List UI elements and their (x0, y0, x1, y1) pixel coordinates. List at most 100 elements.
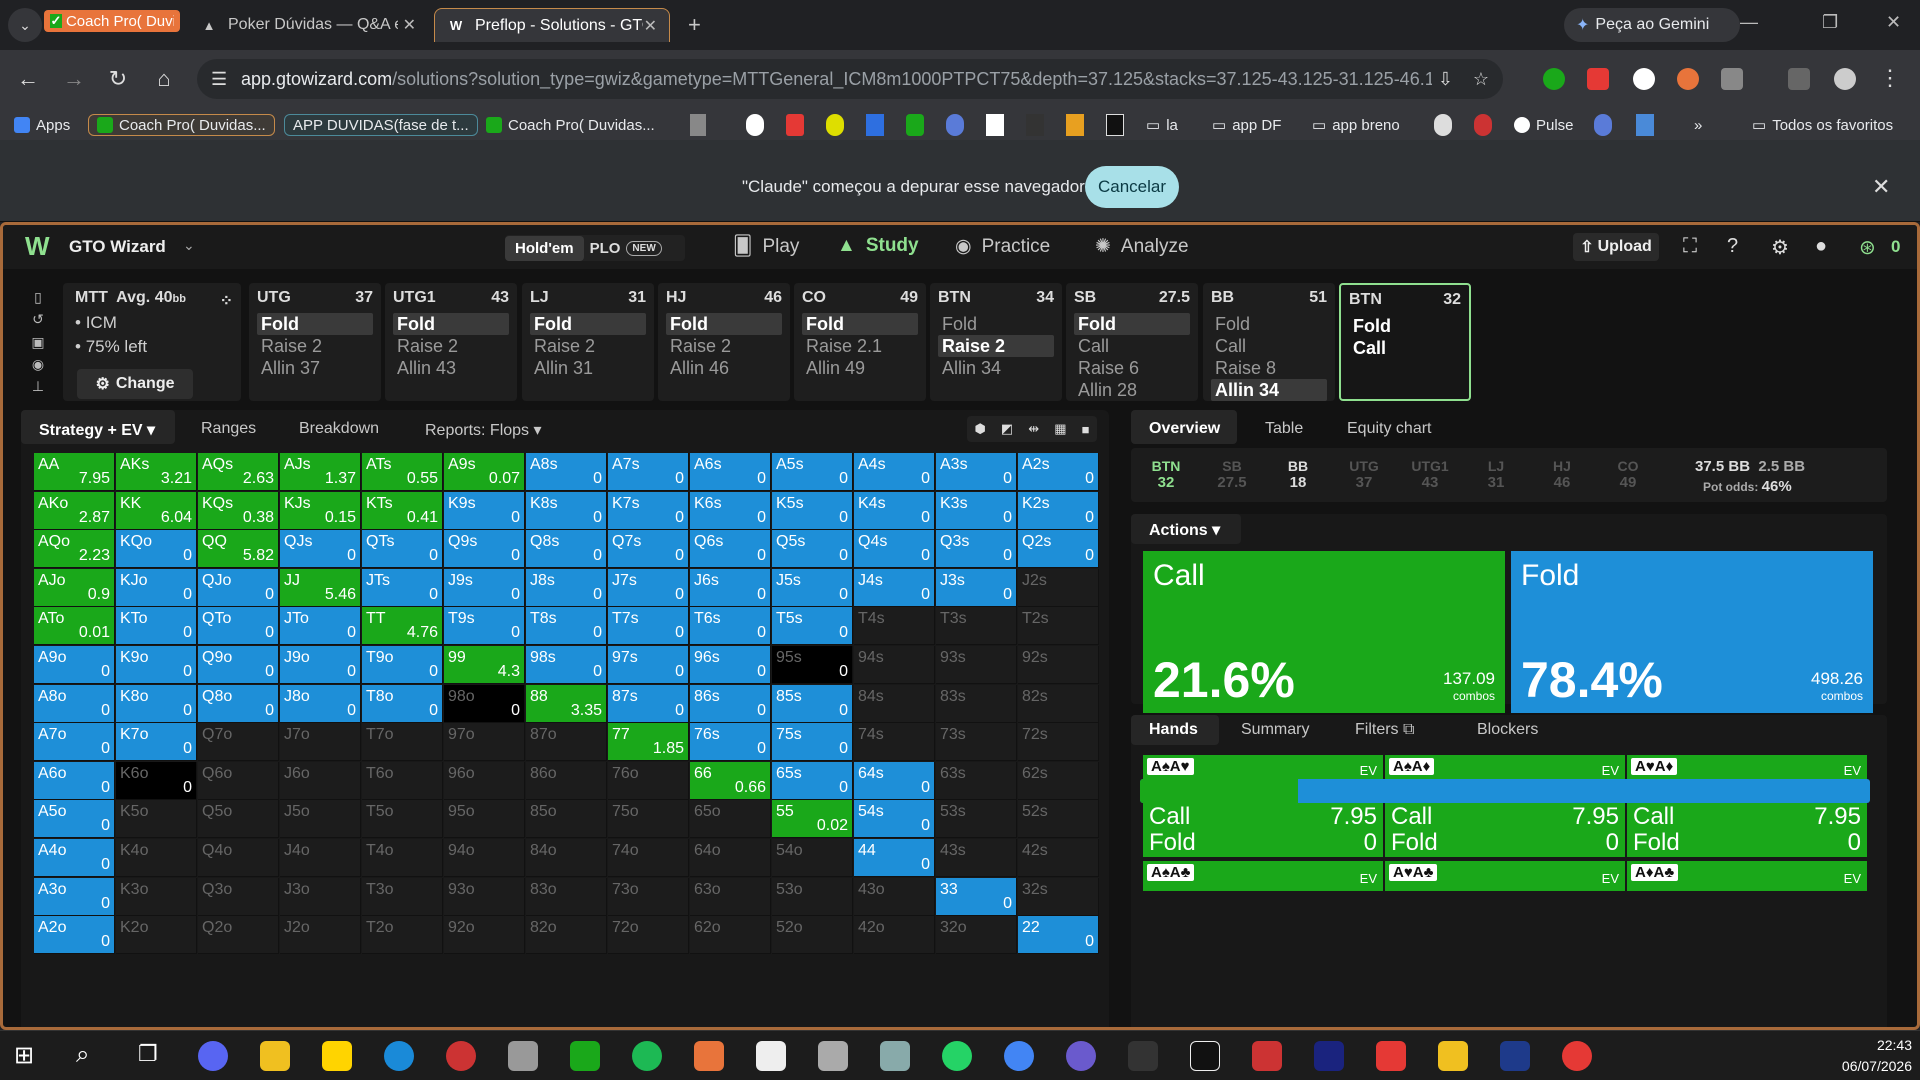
forward-icon[interactable]: → (60, 65, 88, 93)
seat-action[interactable]: Fold (802, 313, 918, 335)
position-hj[interactable]: HJ 46 (1539, 458, 1585, 491)
hand-cell-87o[interactable]: 87o (526, 723, 607, 762)
hand-cell-kqo[interactable]: KQo 0 (116, 530, 197, 569)
hand-cell-t2o[interactable]: T2o (362, 916, 443, 955)
app-icon[interactable] (818, 1041, 848, 1071)
seat-action[interactable]: Raise 8 (1211, 357, 1327, 379)
hand-cell-a7o[interactable]: A7o 0 (34, 723, 115, 762)
tab-strategy-ev[interactable]: Strategy + EV ▾ (21, 410, 175, 444)
hand-cell-qq[interactable]: QQ 5.82 (198, 530, 279, 569)
seat-action[interactable]: Raise 2 (666, 335, 782, 357)
hand-cell-j4s[interactable]: J4s 0 (854, 568, 935, 607)
hand-cell-ajo[interactable]: AJo 0.9 (34, 568, 115, 607)
hand-cell-a9s[interactable]: A9s 0.07 (444, 453, 525, 491)
seat-action[interactable]: Allin 28 (1074, 379, 1190, 401)
hand-cell-a6o[interactable]: A6o 0 (34, 761, 115, 800)
hand-cell-q7o[interactable]: Q7o (198, 723, 279, 762)
hand-cell-j9o[interactable]: J9o 0 (280, 646, 361, 684)
hand-cell-82s[interactable]: 82s (1018, 684, 1099, 723)
hand-cell-a4s[interactable]: A4s 0 (854, 453, 935, 491)
hand-cell-43o[interactable]: 43o (854, 877, 935, 916)
tab-search-button[interactable]: ⌄ (8, 8, 42, 42)
hand-cell-k5s[interactable]: K5s 0 (772, 491, 853, 530)
bookmark-flag-icon[interactable] (1026, 114, 1044, 136)
hand-cell-95o[interactable]: 95o (444, 800, 525, 839)
hand-cell-98s[interactable]: 98s 0 (526, 646, 607, 684)
hand-cell-65s[interactable]: 65s 0 (772, 761, 853, 800)
gamepad-icon[interactable]: ◉ (32, 356, 44, 373)
hand-cell-q6s[interactable]: Q6s 0 (690, 530, 771, 569)
hand-cell-53o[interactable]: 53o (772, 877, 853, 916)
youtube-ext-icon[interactable] (1587, 68, 1609, 90)
tab-poker-duvidas[interactable]: ▲ Poker Dúvidas — Q&A entre co ✕ (188, 8, 428, 42)
hand-cell-t6o[interactable]: T6o (362, 761, 443, 800)
hand-cell-qts[interactable]: QTs 0 (362, 530, 443, 569)
seat-action[interactable]: Call (1074, 335, 1190, 357)
hand-cell-q2o[interactable]: Q2o (198, 916, 279, 955)
address-bar[interactable]: ☰ app.gtowizard.com/solutions?solution_t… (197, 59, 1503, 99)
hand-cell-88[interactable]: 88 3.35 (526, 684, 607, 723)
hand-cell-a5o[interactable]: A5o 0 (34, 800, 115, 839)
settings-gear-icon[interactable]: ⚙ (1771, 235, 1789, 260)
task-view-icon[interactable]: ❐ (138, 1041, 168, 1071)
hand-cell-t4s[interactable]: T4s (854, 607, 935, 646)
red-app-icon[interactable] (446, 1041, 476, 1071)
hand-cell-t4o[interactable]: T4o (362, 839, 443, 877)
star-icon[interactable]: ☆ (1473, 69, 1489, 90)
gg-app-icon[interactable] (1190, 1041, 1220, 1071)
hand-cell-52s[interactable]: 52s (1018, 800, 1099, 839)
bookmark-folder-app-breno[interactable]: ▭ app breno (1312, 114, 1400, 136)
hand-cell-k2o[interactable]: K2o (116, 916, 197, 955)
hand-cell-jts[interactable]: JTs 0 (362, 568, 443, 607)
hand-cell-q4o[interactable]: Q4o (198, 839, 279, 877)
bookmark-frame-icon[interactable] (1636, 114, 1654, 136)
hand-cell-66[interactable]: 66 0.66 (690, 761, 771, 800)
upload-button[interactable]: ⇧ Upload (1573, 233, 1659, 261)
bookmark-x-icon[interactable] (1106, 114, 1124, 136)
hand-cell-97s[interactable]: 97s 0 (608, 646, 689, 684)
hand-cell-84o[interactable]: 84o (526, 839, 607, 877)
hand-cell-t7s[interactable]: T7s 0 (608, 607, 689, 646)
h-app-icon[interactable] (1128, 1041, 1158, 1071)
hand-cell-j3o[interactable]: J3o (280, 877, 361, 916)
seat-action[interactable]: Fold (1349, 315, 1461, 337)
account-icon[interactable]: ● (1815, 235, 1827, 258)
seat-action[interactable]: Fold (666, 313, 782, 335)
hand-cell-kjs[interactable]: KJs 0.15 (280, 491, 361, 530)
hand-cell-75s[interactable]: 75s 0 (772, 723, 853, 762)
bookmark-coach-pro-2[interactable]: Coach Pro( Duvidas... (486, 114, 655, 136)
hand-cell-t6s[interactable]: T6s 0 (690, 607, 771, 646)
hand-cell-63s[interactable]: 63s (936, 761, 1017, 800)
seat-action[interactable]: Allin 46 (666, 357, 782, 379)
hand-cell-kts[interactable]: KTs 0.41 (362, 491, 443, 530)
hand-cell-73o[interactable]: 73o (608, 877, 689, 916)
hand-cell-j2s[interactable]: J2s (1018, 568, 1099, 607)
seat-action[interactable]: Raise 2.1 (802, 335, 918, 357)
hand-cell-ajs[interactable]: AJs 1.37 (280, 453, 361, 491)
seat-card-btn[interactable]: BTN 32 Fold Call (1339, 283, 1471, 401)
position-co[interactable]: CO 49 (1605, 458, 1651, 491)
bookmark-green-icon[interactable] (906, 114, 924, 136)
hand-cell-74s[interactable]: 74s (854, 723, 935, 762)
bookmark-check-icon[interactable] (1594, 114, 1612, 136)
bookmark-red-icon[interactable] (1474, 114, 1492, 136)
hand-cell-52o[interactable]: 52o (772, 916, 853, 955)
hand-cell-j7o[interactable]: J7o (280, 723, 361, 762)
hand-cell-q8o[interactable]: Q8o 0 (198, 684, 279, 723)
hand-cell-82o[interactable]: 82o (526, 916, 607, 955)
hand-cell-j5o[interactable]: J5o (280, 800, 361, 839)
game-type-toggle[interactable]: Hold'em PLO NEW (505, 235, 685, 261)
tab-reports-flops[interactable]: Reports: Flops ▾ (425, 420, 542, 440)
pokerstars-icon[interactable] (1252, 1041, 1282, 1071)
hand-cell-ako[interactable]: AKo 2.87 (34, 491, 115, 530)
hand-cell-k9o[interactable]: K9o 0 (116, 646, 197, 684)
hand-cell-j6o[interactable]: J6o (280, 761, 361, 800)
tab-ranges[interactable]: Ranges (201, 420, 256, 438)
hand-cell-62o[interactable]: 62o (690, 916, 771, 955)
bookmark-yellow-icon[interactable] (826, 114, 844, 136)
hand-cell-j9s[interactable]: J9s 0 (444, 568, 525, 607)
seat-action[interactable]: Allin 49 (802, 357, 918, 379)
hand-cell-64o[interactable]: 64o (690, 839, 771, 877)
hand-cell-95s[interactable]: 95s 0 (772, 646, 853, 684)
hand-cell-t3s[interactable]: T3s (936, 607, 1017, 646)
